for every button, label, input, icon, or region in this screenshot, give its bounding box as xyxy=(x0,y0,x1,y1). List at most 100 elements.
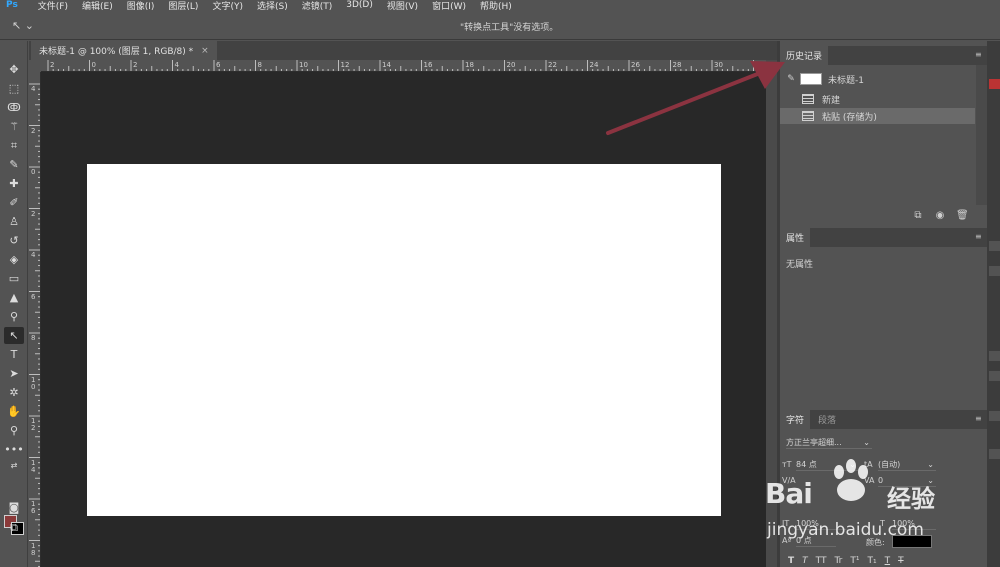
history-snapshot-row[interactable]: ✎ 未标题-1 xyxy=(780,71,975,87)
collapsed-panel-icon[interactable] xyxy=(989,266,1000,276)
snapshot-label: 未标题-1 xyxy=(828,75,864,86)
document-canvas[interactable] xyxy=(87,164,721,516)
color-panel-icon[interactable] xyxy=(989,79,1000,89)
healing-brush-tool-icon[interactable]: ✚ xyxy=(4,175,24,192)
faux-bold-button[interactable]: T xyxy=(788,556,794,567)
tab-paragraph[interactable]: 段落 xyxy=(812,410,842,429)
history-panel: 历史记录 ≡ ✎ 未标题-1 新建 粘贴 (存储为) ⧉ ◉ 🗑 xyxy=(780,46,987,226)
collapsed-panel-icon[interactable] xyxy=(989,351,1000,361)
collapsed-panel-icon[interactable] xyxy=(989,449,1000,459)
leading-value: (自动) xyxy=(878,460,901,469)
type-tool-icon[interactable]: T xyxy=(4,346,24,363)
eraser-tool-icon[interactable]: ◈ xyxy=(4,251,24,268)
gradient-tool-icon[interactable]: ▭ xyxy=(4,270,24,287)
trash-icon[interactable]: 🗑 xyxy=(956,210,969,222)
ruler-origin[interactable] xyxy=(29,60,41,72)
blur-tool-icon[interactable]: ▲ xyxy=(4,289,24,306)
custom-shape-tool-icon[interactable]: ✲ xyxy=(4,384,24,401)
camera-icon[interactable]: ◉ xyxy=(934,210,946,222)
ruler-label: 6 xyxy=(31,292,36,301)
vertical-ruler[interactable]: 4 2 0 2 4 6 8 10 12 14 16 18 xyxy=(29,72,41,567)
new-document-from-state-icon[interactable]: ⧉ xyxy=(912,210,924,222)
horizontal-ruler[interactable]: 2 0 2 4 6 8 10 12 14 16 18 20 22 24 26 28 30 32 xyxy=(41,60,766,72)
vertical-scale-field[interactable]: 100% xyxy=(796,518,846,530)
snapshot-thumbnail xyxy=(800,73,822,85)
horizontal-scale-field[interactable]: 100% xyxy=(892,518,936,530)
panel-menu-icon[interactable]: ≡ xyxy=(975,233,983,241)
brush-tool-icon[interactable]: ✐ xyxy=(4,194,24,211)
history-brush-tool-icon[interactable]: ↺ xyxy=(4,232,24,249)
canvas-vertical-scrollbar[interactable] xyxy=(766,60,777,567)
collapsed-panel-icon[interactable] xyxy=(989,411,1000,421)
document-tab-bar: 未标题-1 @ 100% (图层 1, RGB/8) * × xyxy=(29,41,777,60)
history-item-paste[interactable]: 粘贴 (存储为) xyxy=(780,108,975,124)
ruler-label: 16 xyxy=(423,61,433,69)
canvas-workspace[interactable] xyxy=(41,72,766,567)
path-selection-tool-icon[interactable]: ➤ xyxy=(4,365,24,382)
ruler-label: 12 xyxy=(340,61,350,69)
history-checkbox[interactable] xyxy=(784,110,798,122)
panel-menu-icon[interactable]: ≡ xyxy=(975,415,983,423)
history-item-new[interactable]: 新建 xyxy=(780,91,975,107)
tracking-value: 0 xyxy=(878,476,884,485)
kerning-label: V/A xyxy=(782,476,796,485)
move-tool-icon[interactable]: ✥ xyxy=(4,61,24,78)
color-label: 颜色: xyxy=(866,538,885,547)
superscript-button[interactable]: T¹ xyxy=(850,556,859,567)
baseline-shift-field[interactable]: 0 点 xyxy=(796,535,836,547)
convert-point-tool-icon[interactable]: ↖ xyxy=(4,327,24,344)
collapsed-panel-icon[interactable] xyxy=(989,241,1000,251)
ruler-label: 8 xyxy=(257,61,262,69)
text-color-swatch[interactable] xyxy=(892,535,932,548)
tab-character[interactable]: 字符 xyxy=(780,410,811,429)
ruler-label: 10 xyxy=(299,61,308,69)
screen-mode-icon[interactable]: ⧉ xyxy=(4,519,24,536)
history-footer: ⧉ ◉ 🗑 xyxy=(780,208,987,224)
tab-history[interactable]: 历史记录 xyxy=(780,46,829,65)
font-family-select[interactable]: 方正兰亭超细... ⌄ xyxy=(786,437,872,449)
character-panel-header: 字符 段落 ≡ xyxy=(780,410,987,429)
tool-preset-picker[interactable]: ↖ ⌄ xyxy=(12,19,42,33)
magic-wand-tool-icon[interactable]: ⚚ xyxy=(4,118,24,135)
font-size-field[interactable]: 84 点 ⌄ xyxy=(796,459,858,471)
strikethrough-button[interactable]: T xyxy=(898,556,904,567)
ruler-label: 30 xyxy=(714,61,723,69)
vertical-ruler-ticks xyxy=(29,83,40,567)
more-tools-icon[interactable]: ••• xyxy=(4,441,24,458)
document-tab[interactable]: 未标题-1 @ 100% (图层 1, RGB/8) * × xyxy=(31,41,217,60)
subscript-button[interactable]: T₁ xyxy=(867,556,876,567)
tools-panel: ✥ ⬚ ↂ ⚚ ⌗ ✎ ✚ ✐ ♙ ↺ ◈ ▭ ▲ ⚲ ↖ T ➤ ✲ ✋ ⚲ … xyxy=(0,41,28,567)
ruler-label: 12 xyxy=(31,417,36,432)
dodge-tool-icon[interactable]: ⚲ xyxy=(4,308,24,325)
panel-menu-icon[interactable]: ≡ xyxy=(975,51,983,59)
lasso-tool-icon[interactable]: ↂ xyxy=(4,99,24,116)
small-caps-button[interactable]: Tr xyxy=(834,556,842,567)
tab-properties[interactable]: 属性 xyxy=(780,228,811,247)
quick-mask-icon[interactable]: ◙ xyxy=(4,499,24,516)
hand-tool-icon[interactable]: ✋ xyxy=(4,403,24,420)
menu-3d[interactable]: 3D(D) xyxy=(346,0,373,10)
ruler-label: 4 xyxy=(174,61,179,69)
marquee-tool-icon[interactable]: ⬚ xyxy=(4,80,24,97)
underline-button[interactable]: T xyxy=(885,556,891,567)
history-checkbox[interactable] xyxy=(784,93,798,105)
history-brush-source-icon[interactable]: ✎ xyxy=(784,73,798,85)
zoom-tool-icon[interactable]: ⚲ xyxy=(4,422,24,439)
collapsed-panel-icon[interactable] xyxy=(989,371,1000,381)
type-style-buttons: T T TT Tr T¹ T₁ T T xyxy=(788,556,978,567)
chevron-down-icon: ⌄ xyxy=(927,476,934,485)
faux-italic-button[interactable]: T xyxy=(802,556,808,567)
close-icon[interactable]: × xyxy=(201,46,209,56)
baseline-shift-value: 0 点 xyxy=(796,536,812,545)
all-caps-button[interactable]: TT xyxy=(816,556,827,567)
swap-colors-icon[interactable]: ⇄ xyxy=(4,457,24,474)
chevron-down-icon: ⌄ xyxy=(863,438,870,447)
tracking-field[interactable]: 0 ⌄ xyxy=(878,475,936,487)
leading-field[interactable]: (自动) ⌄ xyxy=(878,459,936,471)
clone-stamp-tool-icon[interactable]: ♙ xyxy=(4,213,24,230)
photoshop-logo: Ps xyxy=(6,0,18,10)
eyedropper-tool-icon[interactable]: ✎ xyxy=(4,156,24,173)
ruler-label: 14 xyxy=(382,61,391,69)
crop-tool-icon[interactable]: ⌗ xyxy=(4,137,24,154)
history-scrollbar[interactable] xyxy=(976,65,987,205)
